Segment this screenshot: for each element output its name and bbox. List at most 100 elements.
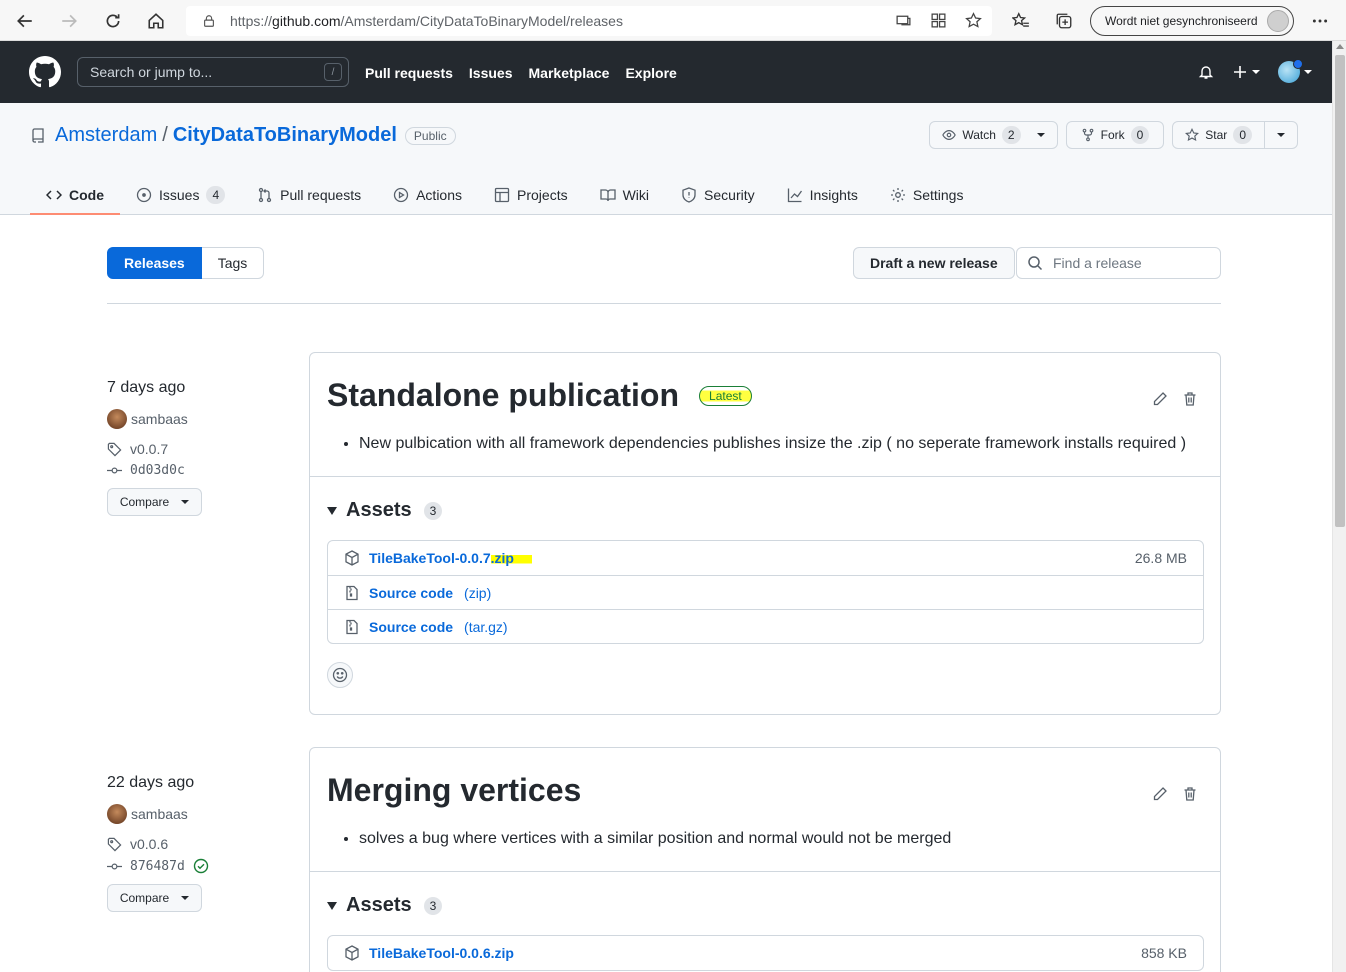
asset-format: (tar.gz) bbox=[464, 618, 508, 635]
browser-toolbar: https://github.com/Amsterdam/CityDataToB… bbox=[0, 0, 1346, 41]
tab-actions[interactable]: Actions bbox=[377, 175, 478, 215]
create-new-menu[interactable] bbox=[1232, 64, 1260, 80]
avatar bbox=[1278, 59, 1303, 83]
asset-size: 26.8 MB bbox=[1134, 550, 1187, 566]
nav-issues[interactable]: Issues bbox=[469, 65, 513, 81]
home-icon[interactable] bbox=[143, 8, 169, 34]
nav-pull-requests[interactable]: Pull requests bbox=[365, 65, 453, 81]
scroll-up-arrow-icon[interactable] bbox=[1336, 44, 1344, 49]
nav-explore[interactable]: Explore bbox=[625, 65, 676, 81]
release-author[interactable]: sambaas bbox=[107, 409, 297, 429]
find-release-input[interactable]: Find a release bbox=[1016, 247, 1221, 279]
global-search-input[interactable]: Search or jump to... / bbox=[77, 57, 349, 87]
compare-button[interactable]: Compare bbox=[107, 488, 202, 516]
back-icon[interactable] bbox=[12, 8, 38, 34]
package-icon bbox=[345, 550, 359, 566]
trash-icon[interactable] bbox=[1182, 786, 1198, 802]
search-shortcut-key: / bbox=[324, 63, 342, 81]
draft-release-button[interactable]: Draft a new release bbox=[853, 247, 1015, 279]
assets-count: 3 bbox=[423, 501, 443, 520]
apps-icon[interactable] bbox=[930, 12, 947, 29]
profile-button[interactable]: Wordt niet gesynchroniseerd bbox=[1090, 6, 1294, 36]
edit-pencil-icon[interactable] bbox=[1152, 786, 1168, 802]
watch-button[interactable]: Watch 2 bbox=[929, 121, 1058, 149]
collections-icon[interactable] bbox=[1051, 8, 1077, 34]
address-bar[interactable]: https://github.com/Amsterdam/CityDataToB… bbox=[186, 6, 992, 36]
release-commit[interactable]: 876487d bbox=[107, 858, 297, 874]
assets-count: 3 bbox=[423, 896, 443, 915]
tab-projects[interactable]: Projects bbox=[478, 175, 584, 215]
source-targz-link[interactable]: Source code bbox=[369, 619, 453, 635]
tab-label: Settings bbox=[912, 187, 964, 203]
chevron-down-icon bbox=[1304, 70, 1312, 74]
table-icon bbox=[494, 187, 510, 203]
release-tag[interactable]: v0.0.6 bbox=[107, 836, 297, 852]
scrollbar-thumb[interactable] bbox=[1335, 55, 1345, 527]
star-icon bbox=[1185, 128, 1200, 142]
compare-button[interactable]: Compare bbox=[107, 884, 202, 912]
tab-code[interactable]: Code bbox=[30, 175, 120, 215]
edit-pencil-icon[interactable] bbox=[1152, 391, 1168, 407]
tag-label: v0.0.7 bbox=[130, 441, 169, 457]
repo-name-link[interactable]: CityDataToBinaryModel bbox=[173, 124, 397, 147]
refresh-icon[interactable] bbox=[100, 8, 126, 34]
add-favorite-icon[interactable] bbox=[965, 12, 982, 29]
forward-icon[interactable] bbox=[56, 8, 82, 34]
star-count: 0 bbox=[1233, 126, 1252, 144]
assets-toggle[interactable]: Assets 3 bbox=[327, 499, 1204, 522]
reader-mode-icon[interactable] bbox=[895, 12, 912, 29]
check-circle-icon[interactable] bbox=[193, 858, 209, 874]
tab-insights[interactable]: Insights bbox=[771, 175, 874, 215]
asset-name: TileBakeTool-0.0.7 bbox=[369, 550, 491, 566]
lock-icon bbox=[204, 15, 214, 27]
asset-download-link[interactable]: TileBakeTool-0.0.6.zip bbox=[369, 945, 514, 961]
release-card: Standalone publication Latest New pulbica… bbox=[309, 352, 1221, 715]
fork-button[interactable]: Fork 0 bbox=[1065, 121, 1165, 149]
repo-owner-link[interactable]: Amsterdam bbox=[55, 124, 157, 147]
favorites-icon[interactable] bbox=[1008, 8, 1034, 34]
star-button[interactable]: Star 0 bbox=[1172, 121, 1265, 149]
releases-tab[interactable]: Releases bbox=[107, 247, 202, 279]
more-icon[interactable] bbox=[1307, 8, 1333, 34]
tab-label: Pull requests bbox=[280, 187, 362, 203]
star-label: Star bbox=[1205, 128, 1228, 142]
tab-pull-requests[interactable]: Pull requests bbox=[241, 175, 377, 215]
nav-marketplace[interactable]: Marketplace bbox=[529, 65, 610, 81]
asset-row: Source code (tar.gz) bbox=[328, 609, 1203, 643]
release-note-item: New pulbication with all framework depen… bbox=[359, 432, 1204, 456]
eye-icon bbox=[942, 130, 957, 140]
book-icon bbox=[599, 189, 616, 202]
release-tag[interactable]: v0.0.7 bbox=[107, 441, 297, 457]
asset-download-link[interactable]: TileBakeTool-0.0.7.zip bbox=[369, 550, 532, 566]
release-author[interactable]: sambaas bbox=[107, 804, 297, 824]
tab-security[interactable]: Security bbox=[665, 175, 771, 215]
user-menu[interactable] bbox=[1278, 59, 1312, 83]
star-list-dropdown[interactable] bbox=[1265, 121, 1298, 149]
play-icon bbox=[393, 187, 409, 203]
pull-request-icon bbox=[259, 187, 272, 203]
tags-tab[interactable]: Tags bbox=[201, 247, 265, 279]
avatar bbox=[107, 804, 127, 824]
tab-wiki[interactable]: Wiki bbox=[584, 175, 665, 215]
compare-label: Compare bbox=[119, 495, 170, 509]
tab-settings[interactable]: Settings bbox=[874, 175, 980, 215]
commit-icon bbox=[107, 467, 122, 474]
github-logo-icon[interactable] bbox=[29, 56, 61, 88]
tab-issues[interactable]: Issues 4 bbox=[120, 175, 241, 215]
release-commit[interactable]: 0d03d0c bbox=[107, 463, 297, 478]
chevron-down-icon bbox=[181, 896, 190, 900]
release-title[interactable]: Merging vertices bbox=[327, 772, 581, 809]
visibility-badge: Public bbox=[404, 126, 456, 145]
bell-icon[interactable] bbox=[1198, 64, 1214, 80]
path-separator: / bbox=[162, 124, 168, 146]
source-zip-link[interactable]: Source code bbox=[369, 585, 453, 601]
release-title[interactable]: Standalone publication bbox=[327, 377, 679, 414]
assets-toggle[interactable]: Assets 3 bbox=[327, 894, 1204, 917]
trash-icon[interactable] bbox=[1182, 391, 1198, 407]
page-scrollbar[interactable] bbox=[1332, 41, 1346, 972]
asset-format: (zip) bbox=[464, 584, 492, 601]
triangle-down-icon bbox=[327, 901, 337, 910]
issue-icon bbox=[136, 187, 152, 203]
add-reaction-button[interactable] bbox=[327, 662, 353, 688]
asset-row: TileBakeTool-0.0.6.zip 858 KB bbox=[328, 936, 1203, 970]
